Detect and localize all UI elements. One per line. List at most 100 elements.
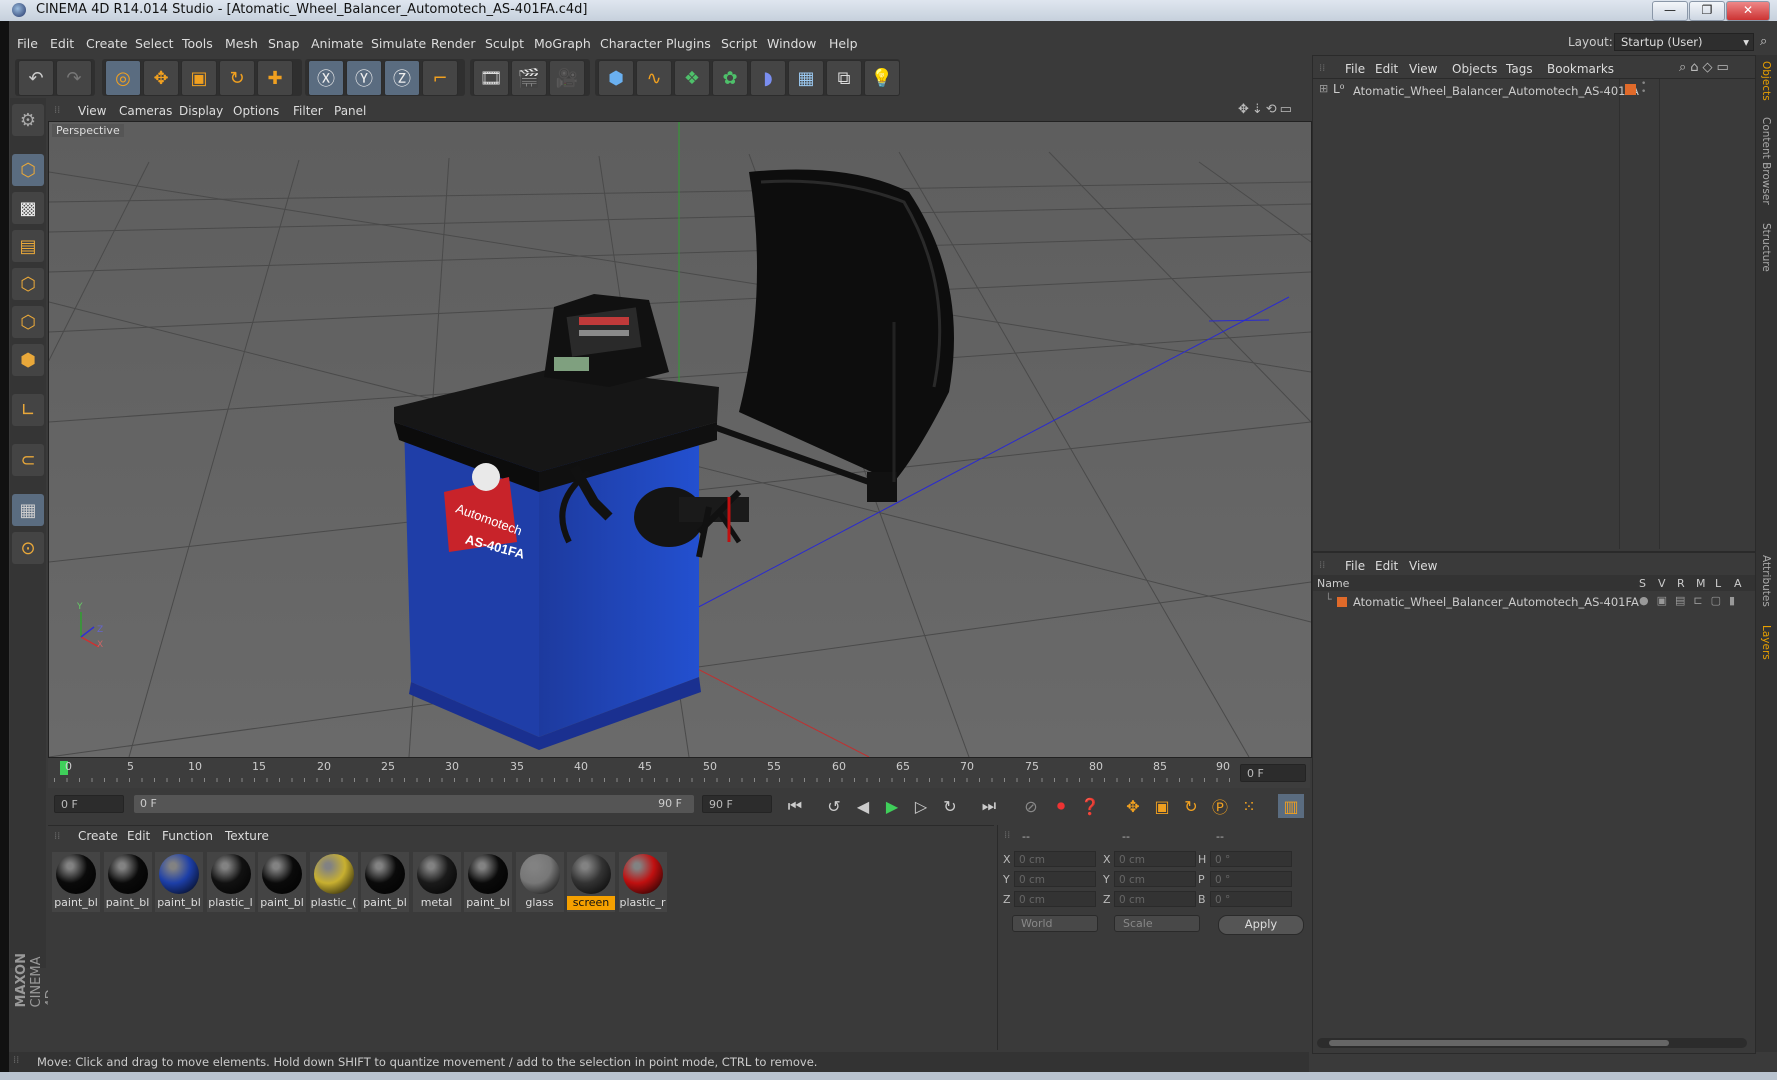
- workplane-icon[interactable]: ▤: [12, 230, 44, 262]
- menu-character[interactable]: Character: [600, 36, 662, 51]
- move-icon[interactable]: ✥: [143, 60, 179, 96]
- obj-menu-bookmarks[interactable]: Bookmarks: [1547, 62, 1614, 76]
- vp-menu-options[interactable]: Options: [233, 104, 279, 118]
- minimize-button[interactable]: —: [1652, 1, 1688, 21]
- model-mode-icon[interactable]: ⬡: [12, 154, 44, 186]
- layer-menu-view[interactable]: View: [1409, 559, 1437, 573]
- x-axis-lock-icon[interactable]: Ⓧ: [308, 60, 344, 96]
- material-swatch[interactable]: plastic_l: [206, 852, 255, 912]
- horizontal-scrollbar[interactable]: [1317, 1038, 1747, 1048]
- menu-select[interactable]: Select: [135, 36, 174, 51]
- next-frame-icon[interactable]: ▷: [908, 794, 934, 818]
- layout-dropdown[interactable]: Startup (User) ▾: [1614, 33, 1754, 51]
- previous-frame-icon[interactable]: ◀: [850, 794, 876, 818]
- keyframe-help-icon[interactable]: ❓: [1077, 794, 1103, 818]
- layer-menu-file[interactable]: File: [1345, 559, 1365, 573]
- mat-menu-create[interactable]: Create: [78, 829, 118, 843]
- menu-tools[interactable]: Tools: [182, 36, 213, 51]
- size-y-field[interactable]: 0 cm: [1114, 871, 1196, 887]
- restore-button[interactable]: ❐: [1689, 1, 1725, 21]
- obj-menu-view[interactable]: View: [1409, 62, 1437, 76]
- snap-magnet-icon[interactable]: ⊂: [12, 444, 44, 476]
- previous-key-icon[interactable]: ↺: [821, 794, 847, 818]
- layer-color-tag[interactable]: [1625, 84, 1636, 95]
- expand-icon[interactable]: ⊞: [1319, 82, 1328, 95]
- light-icon[interactable]: 💡: [864, 60, 900, 96]
- undo-icon[interactable]: ↶: [18, 60, 54, 96]
- key-param-icon[interactable]: Ⓟ: [1207, 794, 1233, 818]
- camera-icon[interactable]: ⧉: [826, 60, 862, 96]
- tab-content-browser[interactable]: Content Browser: [1760, 117, 1772, 205]
- next-key-icon[interactable]: ↻: [937, 794, 963, 818]
- transform-icon[interactable]: ✚: [257, 60, 293, 96]
- layer-toggle-icons[interactable]: ●▣▤⊏▢▮: [1639, 594, 1743, 607]
- mat-menu-texture[interactable]: Texture: [225, 829, 269, 843]
- timeline-layout-icon[interactable]: ▥: [1278, 794, 1304, 818]
- vp-menu-display[interactable]: Display: [179, 104, 223, 118]
- material-swatch[interactable]: paint_bl: [103, 852, 152, 912]
- menu-script[interactable]: Script: [721, 36, 757, 51]
- rot-h-field[interactable]: 0 °: [1210, 851, 1292, 867]
- pos-y-field[interactable]: 0 cm: [1014, 871, 1096, 887]
- close-button[interactable]: ✕: [1726, 1, 1770, 21]
- apply-button[interactable]: Apply: [1218, 915, 1304, 935]
- pos-x-field[interactable]: 0 cm: [1014, 851, 1096, 867]
- object-row[interactable]: ⊞ L⁰ Atomatic_Wheel_Balancer_Automotech_…: [1317, 82, 1639, 100]
- autokey-icon[interactable]: ⏺: [1048, 794, 1074, 818]
- tab-structure[interactable]: Structure: [1760, 223, 1772, 272]
- layer-menu-edit[interactable]: Edit: [1375, 559, 1398, 573]
- layer-color-swatch[interactable]: [1337, 597, 1347, 607]
- material-swatch[interactable]: metal: [412, 852, 461, 912]
- start-frame-field[interactable]: 0 F: [54, 795, 124, 813]
- rot-p-field[interactable]: 0 °: [1210, 871, 1292, 887]
- vp-menu-filter[interactable]: Filter: [293, 104, 323, 118]
- key-pla-icon[interactable]: ⁙: [1236, 794, 1262, 818]
- render-view-icon[interactable]: 🎞: [473, 60, 509, 96]
- visibility-dots-icon[interactable]: • •: [1641, 80, 1646, 97]
- live-selection-icon[interactable]: ◎: [105, 60, 141, 96]
- redo-icon[interactable]: ↷: [56, 60, 92, 96]
- timeline-ruler[interactable]: 0 5 10 15 20 25 30 35 40 45 50 55 60 65 …: [48, 758, 1310, 788]
- viewport-nav-icons[interactable]: ✥⇣⟲▭: [1238, 102, 1295, 117]
- mat-menu-edit[interactable]: Edit: [127, 829, 150, 843]
- layer-row[interactable]: └ Atomatic_Wheel_Balancer_Automotech_AS-…: [1317, 593, 1747, 610]
- floor-icon[interactable]: ▦: [788, 60, 824, 96]
- vp-menu-view[interactable]: View: [78, 104, 106, 118]
- menu-window[interactable]: Window: [767, 36, 816, 51]
- obj-menu-file[interactable]: File: [1345, 62, 1365, 76]
- y-axis-lock-icon[interactable]: Ⓨ: [346, 60, 382, 96]
- tab-attributes[interactable]: Attributes: [1760, 555, 1772, 607]
- layer-name[interactable]: Atomatic_Wheel_Balancer_Automotech_AS-40…: [1353, 595, 1639, 609]
- obj-menu-objects[interactable]: Objects: [1452, 62, 1497, 76]
- material-swatch[interactable]: plastic_r: [618, 852, 667, 912]
- object-name[interactable]: Atomatic_Wheel_Balancer_Automotech_AS-40…: [1353, 84, 1639, 98]
- size-z-field[interactable]: 0 cm: [1114, 891, 1196, 907]
- material-swatch[interactable]: paint_bl: [464, 852, 512, 912]
- menu-help[interactable]: Help: [829, 36, 858, 51]
- deformer-icon[interactable]: ◗: [750, 60, 786, 96]
- record-keys-disabled-icon[interactable]: ⊘: [1018, 794, 1044, 818]
- menu-edit[interactable]: Edit: [50, 36, 74, 51]
- coordinate-system-icon[interactable]: ⌐: [422, 60, 458, 96]
- nurbs-icon[interactable]: ❖: [674, 60, 710, 96]
- menu-plugins[interactable]: Plugins: [666, 36, 711, 51]
- vp-menu-cameras[interactable]: Cameras: [119, 104, 172, 118]
- tab-objects[interactable]: Objects: [1760, 61, 1772, 101]
- array-icon[interactable]: ✿: [712, 60, 748, 96]
- material-swatch[interactable]: plastic_(: [309, 852, 358, 912]
- polygons-mode-icon[interactable]: ⬢: [12, 344, 44, 376]
- menu-animate[interactable]: Animate: [311, 36, 363, 51]
- texture-mode-icon[interactable]: ▩: [12, 192, 44, 224]
- material-swatch[interactable]: paint_bl: [52, 852, 100, 912]
- rot-b-field[interactable]: 0 °: [1210, 891, 1292, 907]
- size-x-field[interactable]: 0 cm: [1114, 851, 1196, 867]
- scale-dropdown[interactable]: Scale: [1114, 915, 1200, 932]
- tab-layers[interactable]: Layers: [1760, 625, 1772, 660]
- z-axis-lock-icon[interactable]: Ⓩ: [384, 60, 420, 96]
- material-swatch[interactable]: paint_bl: [361, 852, 409, 912]
- pos-z-field[interactable]: 0 cm: [1014, 891, 1096, 907]
- material-swatch[interactable]: screen: [567, 852, 615, 912]
- range-slider[interactable]: 0 F 90 F: [134, 795, 694, 813]
- scrollbar-thumb[interactable]: [1329, 1040, 1669, 1046]
- menu-create[interactable]: Create: [86, 36, 128, 51]
